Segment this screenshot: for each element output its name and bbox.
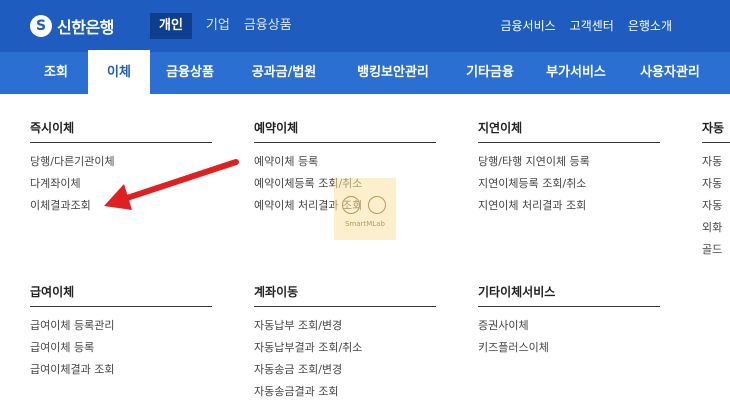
menu-item-auto-1[interactable]: 자동: [702, 151, 730, 173]
customer-type-tabs: 개인 기업 금융상품: [150, 13, 306, 39]
nav-item-banking-security[interactable]: 뱅킹보안관리: [340, 52, 446, 94]
group-title: 지연이체: [478, 119, 660, 143]
menu-item-kids-plus-transfer[interactable]: 키즈플러스이체: [478, 337, 660, 359]
watermark-logo: SmartMLab: [334, 178, 396, 240]
menu-item-auto-remit-inquiry[interactable]: 자동송금 조회/변경: [254, 359, 436, 381]
annotation-arrow-icon: [104, 159, 239, 210]
logo-text: 신한은행: [57, 18, 114, 37]
menu-group-auto-transfer: 자동 자동 자동 자동 외화 골드: [702, 119, 730, 261]
nav-item-additional-services[interactable]: 부가서비스: [534, 52, 618, 94]
nav-item-inquiry[interactable]: 조회: [24, 52, 88, 94]
nav-item-transfer[interactable]: 이체: [88, 50, 150, 94]
menu-item-gold[interactable]: 골드: [702, 239, 730, 261]
utility-links: 금융서비스 고객센터 은행소개: [486, 17, 672, 34]
group-title: 자동: [702, 119, 730, 143]
menu-item-securities-transfer[interactable]: 증권사이체: [478, 315, 660, 337]
menu-item-auto-payment-inquiry[interactable]: 자동납부 조회/변경: [254, 315, 436, 337]
tab-personal[interactable]: 개인: [150, 13, 192, 39]
main-navigation: 조회 이체 금융상품 공과금/법원 뱅킹보안관리 기타금융 부가서비스 사용자관…: [0, 50, 730, 94]
menu-item-auto-payment-result[interactable]: 자동납부결과 조회/취소: [254, 337, 436, 359]
menu-group-salary-transfer: 급여이체 급여이체 등록관리 급여이체 등록 급여이체결과 조회: [30, 283, 212, 381]
group-title: 예약이체: [254, 119, 436, 143]
link-financial-services[interactable]: 금융서비스: [500, 17, 555, 34]
nav-item-user-management[interactable]: 사용자관리: [626, 52, 714, 94]
nav-item-public-charges[interactable]: 공과금/법원: [236, 52, 332, 94]
menu-item-scheduled-register[interactable]: 예약이체 등록: [254, 151, 436, 173]
watermark-circle-icon: [342, 196, 360, 214]
menu-group-delayed-transfer: 지연이체 당행/타행 지연이체 등록 지연이체등록 조회/취소 지연이체 처리결…: [478, 119, 660, 217]
transfer-mega-menu: 즉시이체 당행/다른기관이체 다계좌이체 이체결과조회 예약이체 예약이체 등록…: [0, 94, 730, 418]
menu-item-delayed-result[interactable]: 지연이체 처리결과 조회: [478, 195, 660, 217]
nav-item-other-finance[interactable]: 기타금융: [454, 52, 526, 94]
menu-item-salary-register-manage[interactable]: 급여이체 등록관리: [30, 315, 212, 337]
link-bank-intro[interactable]: 은행소개: [628, 17, 672, 34]
menu-item-delayed-inquiry-cancel[interactable]: 지연이체등록 조회/취소: [478, 173, 660, 195]
group-title: 계좌이동: [254, 283, 436, 307]
group-title: 급여이체: [30, 283, 212, 307]
menu-item-delayed-register[interactable]: 당행/타행 지연이체 등록: [478, 151, 660, 173]
bank-logo[interactable]: S 신한은행: [30, 13, 114, 39]
tab-business[interactable]: 기업: [206, 13, 230, 39]
logo-icon: S: [30, 15, 52, 37]
menu-item-salary-result[interactable]: 급여이체결과 조회: [30, 359, 212, 381]
menu-item-auto-3[interactable]: 자동: [702, 195, 730, 217]
menu-group-account-switch: 계좌이동 자동납부 조회/변경 자동납부결과 조회/취소 자동송금 조회/변경 …: [254, 283, 436, 403]
watermark-circle-icon: [368, 196, 386, 214]
group-title: 즉시이체: [30, 119, 212, 143]
watermark-text: SmartMLab: [345, 220, 385, 228]
menu-item-auto-remit-result[interactable]: 자동송금결과 조회: [254, 381, 436, 403]
group-title: 기타이체서비스: [478, 283, 660, 307]
menu-item-auto-2[interactable]: 자동: [702, 173, 730, 195]
menu-group-other-transfer-services: 기타이체서비스 증권사이체 키즈플러스이체: [478, 283, 660, 359]
link-customer-center[interactable]: 고객센터: [570, 17, 614, 34]
tab-financial-products[interactable]: 금융상품: [244, 13, 292, 39]
top-header: S 신한은행 개인 기업 금융상품 금융서비스 고객센터 은행소개: [0, 0, 730, 52]
nav-item-financial-products[interactable]: 금융상품: [150, 52, 230, 94]
menu-item-foreign[interactable]: 외화: [702, 217, 730, 239]
menu-item-salary-register[interactable]: 급여이체 등록: [30, 337, 212, 359]
